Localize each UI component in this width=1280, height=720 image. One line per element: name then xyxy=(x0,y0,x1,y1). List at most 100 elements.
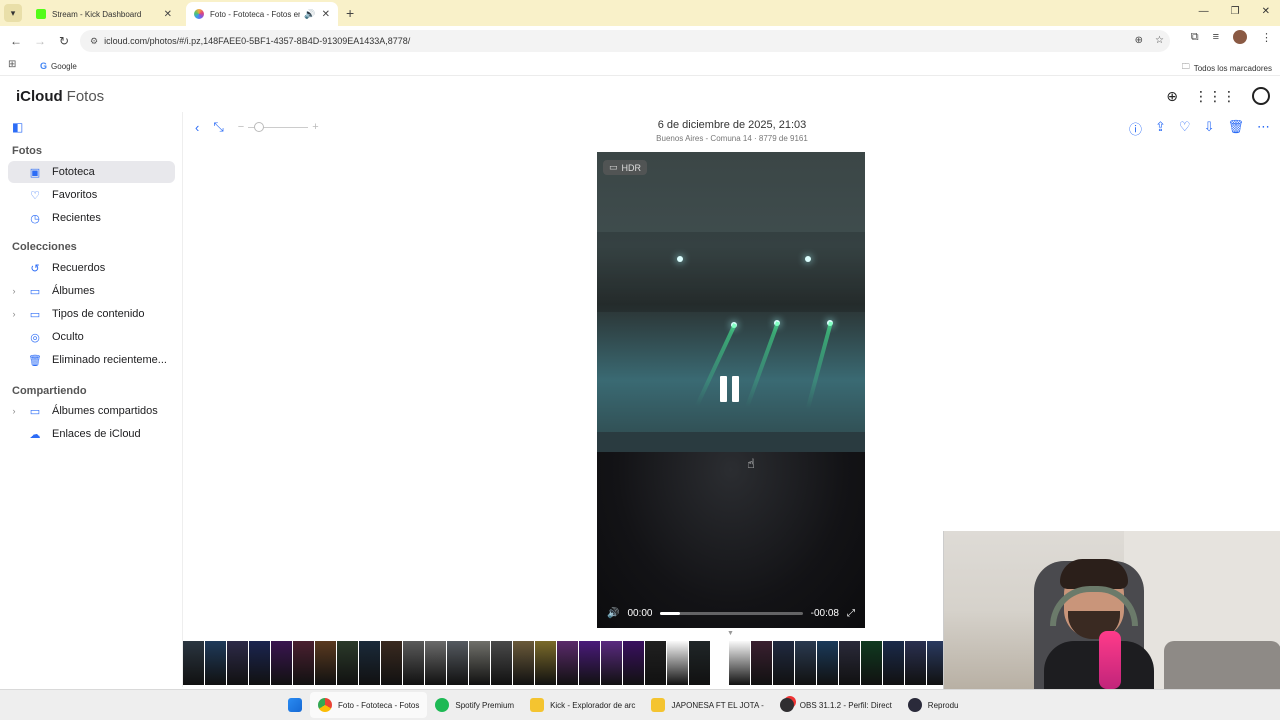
sidebar-item-eliminado[interactable]: 🗑 Eliminado recienteme... xyxy=(8,349,175,371)
filmstrip-thumbnail[interactable] xyxy=(205,641,226,685)
all-bookmarks[interactable]: 🗀 Todos los marcadores xyxy=(1182,61,1272,75)
profile-avatar[interactable] xyxy=(1233,30,1247,44)
filmstrip-thumbnail[interactable] xyxy=(927,641,943,685)
expand-icon[interactable]: ⤡ xyxy=(213,119,223,135)
minimize-icon[interactable]: — xyxy=(1199,6,1209,17)
download-icon[interactable]: ⇩ xyxy=(1204,119,1215,138)
start-button[interactable] xyxy=(280,692,310,718)
pause-icon[interactable] xyxy=(720,376,739,402)
tab-search-dropdown-icon[interactable]: ▾ xyxy=(4,4,22,22)
bookmark-star-icon[interactable]: ☆ xyxy=(1155,35,1164,46)
filmstrip-thumbnail[interactable] xyxy=(861,641,882,685)
forward-icon[interactable]: → xyxy=(28,34,52,48)
zoom-icon[interactable]: ⊕ xyxy=(1135,35,1143,46)
filmstrip-thumbnail[interactable] xyxy=(645,641,666,685)
zoom-in-icon[interactable]: + xyxy=(312,121,318,133)
filmstrip-thumbnail[interactable] xyxy=(557,641,578,685)
filmstrip-thumbnail[interactable] xyxy=(667,641,688,685)
taskbar-item-obs[interactable]: OBS 31.1.2 - Perfil: Direct xyxy=(772,692,900,718)
filmstrip-thumbnail[interactable] xyxy=(293,641,314,685)
filmstrip-thumbnail[interactable] xyxy=(773,641,794,685)
zoom-out-icon[interactable]: − xyxy=(238,121,244,133)
filmstrip-thumbnail[interactable] xyxy=(491,641,512,685)
favorite-heart-icon[interactable]: ♡ xyxy=(1179,119,1191,138)
info-icon[interactable]: ⓘ xyxy=(1129,119,1142,138)
delete-icon[interactable]: 🗑 xyxy=(1227,119,1244,138)
taskbar-item-explorer-kick[interactable]: Kick - Explorador de arc xyxy=(522,692,643,718)
filmstrip-thumbnail[interactable] xyxy=(535,641,556,685)
back-icon[interactable]: ← xyxy=(4,34,28,48)
sidebar-item-recuerdos[interactable]: ↺ Recuerdos xyxy=(8,257,175,279)
filmstrip-thumbnail[interactable] xyxy=(579,641,600,685)
filmstrip-thumbnail[interactable] xyxy=(817,641,838,685)
filmstrip-thumbnail[interactable] xyxy=(469,641,490,685)
close-tab-icon[interactable]: ✕ xyxy=(322,9,330,20)
site-info-icon[interactable]: ⚙ xyxy=(90,36,98,47)
filmstrip-thumbnail[interactable] xyxy=(883,641,904,685)
back-chevron-icon[interactable]: ‹ xyxy=(195,120,199,135)
filmstrip-thumbnail[interactable] xyxy=(689,641,710,685)
app-grid-icon[interactable]: ⋮⋮⋮ xyxy=(1194,88,1236,105)
sidebar-item-fototeca[interactable]: ▣ Fototeca xyxy=(8,161,175,183)
filmstrip-thumbnail[interactable] xyxy=(795,641,816,685)
chevron-right-icon[interactable]: › xyxy=(8,286,20,296)
filmstrip-thumbnail[interactable] xyxy=(183,641,204,685)
sidebar-toggle-icon[interactable]: ◧ xyxy=(12,120,23,134)
url-omnibox[interactable]: ⚙ icloud.com/photos/#/i.pz,148FAEE0-5BF1… xyxy=(80,30,1170,52)
sidebar-item-tipos-contenido[interactable]: › ▭ Tipos de contenido xyxy=(8,303,175,325)
sidebar-item-favoritos[interactable]: ♡ Favoritos xyxy=(8,184,175,206)
tab-icloud-photos[interactable]: Foto - Fototeca - Fotos en 🔊 ✕ xyxy=(186,2,338,26)
sidebar-item-recientes[interactable]: ◷ Recientes xyxy=(8,207,175,229)
close-window-icon[interactable]: ✕ xyxy=(1262,6,1270,17)
filmstrip-thumbnail[interactable] xyxy=(227,641,248,685)
taskbar-item-explorer-japonesa[interactable]: JAPONESA FT EL JOTA - xyxy=(643,692,771,718)
filmstrip-thumbnail[interactable] xyxy=(601,641,622,685)
share-icon[interactable]: ⇪ xyxy=(1155,119,1166,138)
tab-kick-dashboard[interactable]: Stream - Kick Dashboard ✕ xyxy=(28,2,180,26)
chevron-right-icon[interactable]: › xyxy=(8,309,20,319)
progress-bar[interactable] xyxy=(660,611,803,615)
filmstrip-thumbnail[interactable] xyxy=(751,641,772,685)
close-tab-icon[interactable]: ✕ xyxy=(164,9,172,20)
account-icon[interactable] xyxy=(1252,87,1270,105)
fullscreen-icon[interactable]: ⤢ xyxy=(847,608,855,619)
filmstrip-thumbnail[interactable] xyxy=(839,641,860,685)
filmstrip-thumbnail[interactable] xyxy=(337,641,358,685)
extensions-icon[interactable]: ⧉ xyxy=(1191,31,1199,44)
zoom-slider[interactable]: − + xyxy=(238,121,319,133)
video-player[interactable]: ▭ HDR ☝ 🔊 00:00 -00:08 ⤢ xyxy=(597,152,865,628)
filmstrip-thumbnail[interactable] xyxy=(403,641,424,685)
filmstrip-thumbnail[interactable] xyxy=(271,641,292,685)
more-icon[interactable]: ⋯ xyxy=(1257,119,1270,138)
bookmark-google[interactable]: G Google xyxy=(40,61,77,71)
filmstrip-thumbnail[interactable] xyxy=(729,641,750,685)
filmstrip-thumbnail[interactable] xyxy=(447,641,468,685)
sidebar-item-albumes-compartidos[interactable]: › ▭ Álbumes compartidos xyxy=(8,400,175,422)
zoom-knob[interactable] xyxy=(254,121,265,132)
filmstrip-thumbnail[interactable] xyxy=(905,641,926,685)
url-text[interactable]: icloud.com/photos/#/i.pz,148FAEE0-5BF1-4… xyxy=(104,36,410,46)
speaker-icon[interactable]: 🔊 xyxy=(304,9,315,20)
volume-icon[interactable]: 🔊 xyxy=(607,608,619,619)
new-tab-icon[interactable]: + xyxy=(346,5,354,21)
apps-grid-icon[interactable]: ⊞ xyxy=(8,59,16,70)
reload-icon[interactable]: ↻ xyxy=(52,34,76,48)
restore-icon[interactable]: ❐ xyxy=(1231,6,1240,17)
filmstrip-thumbnail[interactable] xyxy=(513,641,534,685)
add-icon[interactable]: ⊕ xyxy=(1166,88,1178,105)
filmstrip-thumbnail[interactable] xyxy=(425,641,446,685)
media-control-icon[interactable]: ≡ xyxy=(1213,31,1219,43)
taskbar-item-chrome[interactable]: Foto - Fototeca - Fotos xyxy=(310,692,428,718)
sidebar-item-albumes[interactable]: › ▭ Álbumes xyxy=(8,280,175,302)
taskbar-item-spotify[interactable]: Spotify Premium xyxy=(427,692,522,718)
chevron-right-icon[interactable]: › xyxy=(8,406,20,416)
filmstrip-thumbnail[interactable] xyxy=(381,641,402,685)
menu-kebab-icon[interactable]: ⋮ xyxy=(1261,31,1272,44)
filmstrip-thumbnail[interactable] xyxy=(315,641,336,685)
sidebar-item-enlaces-icloud[interactable]: ☁ Enlaces de iCloud xyxy=(8,423,175,445)
filmstrip-thumbnail[interactable] xyxy=(359,641,380,685)
filmstrip-thumbnail[interactable] xyxy=(623,641,644,685)
filmstrip-thumbnail[interactable] xyxy=(249,641,270,685)
sidebar-item-oculto[interactable]: ◎ Oculto xyxy=(8,326,175,348)
icloud-logo[interactable]: iCloud Fotos xyxy=(12,88,104,105)
